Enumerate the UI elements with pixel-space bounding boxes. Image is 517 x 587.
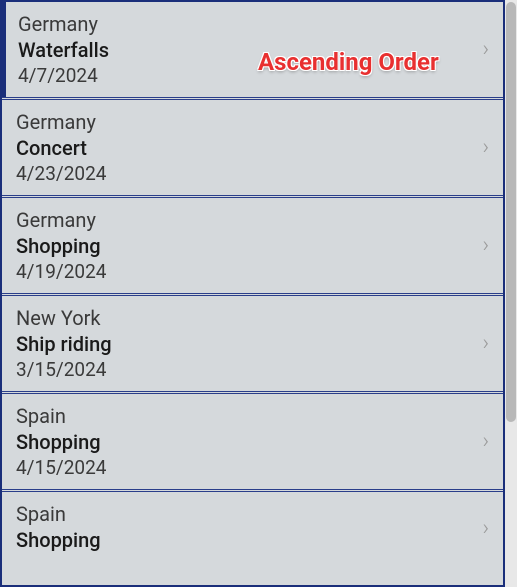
list-item[interactable]: Germany Waterfalls 4/7/2024 ›	[2, 2, 503, 97]
list-item[interactable]: Spain Shopping 4/15/2024 ›	[2, 391, 503, 489]
item-date: 4/15/2024	[16, 456, 106, 479]
chevron-right-icon: ›	[482, 331, 489, 356]
item-location: Germany	[16, 208, 106, 232]
scrollbar-track[interactable]	[505, 0, 517, 587]
chevron-right-icon: ›	[482, 516, 489, 541]
item-activity: Waterfalls	[18, 38, 109, 62]
item-date: 4/7/2024	[18, 64, 109, 87]
list-item[interactable]: Spain Shopping ›	[2, 489, 503, 564]
list-item[interactable]: Germany Shopping 4/19/2024 ›	[2, 195, 503, 293]
item-content: Germany Waterfalls 4/7/2024	[18, 12, 109, 87]
chevron-right-icon: ›	[482, 37, 489, 62]
item-activity: Shopping	[16, 430, 106, 454]
item-location: New York	[16, 306, 112, 330]
list-container: Germany Waterfalls 4/7/2024 › Germany Co…	[0, 0, 505, 587]
item-activity: Shopping	[16, 234, 106, 258]
item-activity: Concert	[16, 136, 106, 160]
item-location: Spain	[16, 502, 101, 526]
item-content: Spain Shopping	[16, 502, 101, 554]
scrollbar-thumb[interactable]	[506, 2, 516, 422]
item-date: 4/19/2024	[16, 260, 106, 283]
item-activity: Ship riding	[16, 332, 112, 356]
item-activity: Shopping	[16, 528, 101, 552]
chevron-right-icon: ›	[482, 233, 489, 258]
item-location: Germany	[18, 12, 109, 36]
chevron-right-icon: ›	[482, 429, 489, 454]
item-content: New York Ship riding 3/15/2024	[16, 306, 112, 381]
item-date: 4/23/2024	[16, 162, 106, 185]
list-item[interactable]: Germany Concert 4/23/2024 ›	[2, 97, 503, 195]
list-item[interactable]: New York Ship riding 3/15/2024 ›	[2, 293, 503, 391]
item-date: 3/15/2024	[16, 358, 112, 381]
item-location: Spain	[16, 404, 106, 428]
item-content: Germany Shopping 4/19/2024	[16, 208, 106, 283]
item-content: Germany Concert 4/23/2024	[16, 110, 106, 185]
item-content: Spain Shopping 4/15/2024	[16, 404, 106, 479]
chevron-right-icon: ›	[482, 135, 489, 160]
item-location: Germany	[16, 110, 106, 134]
